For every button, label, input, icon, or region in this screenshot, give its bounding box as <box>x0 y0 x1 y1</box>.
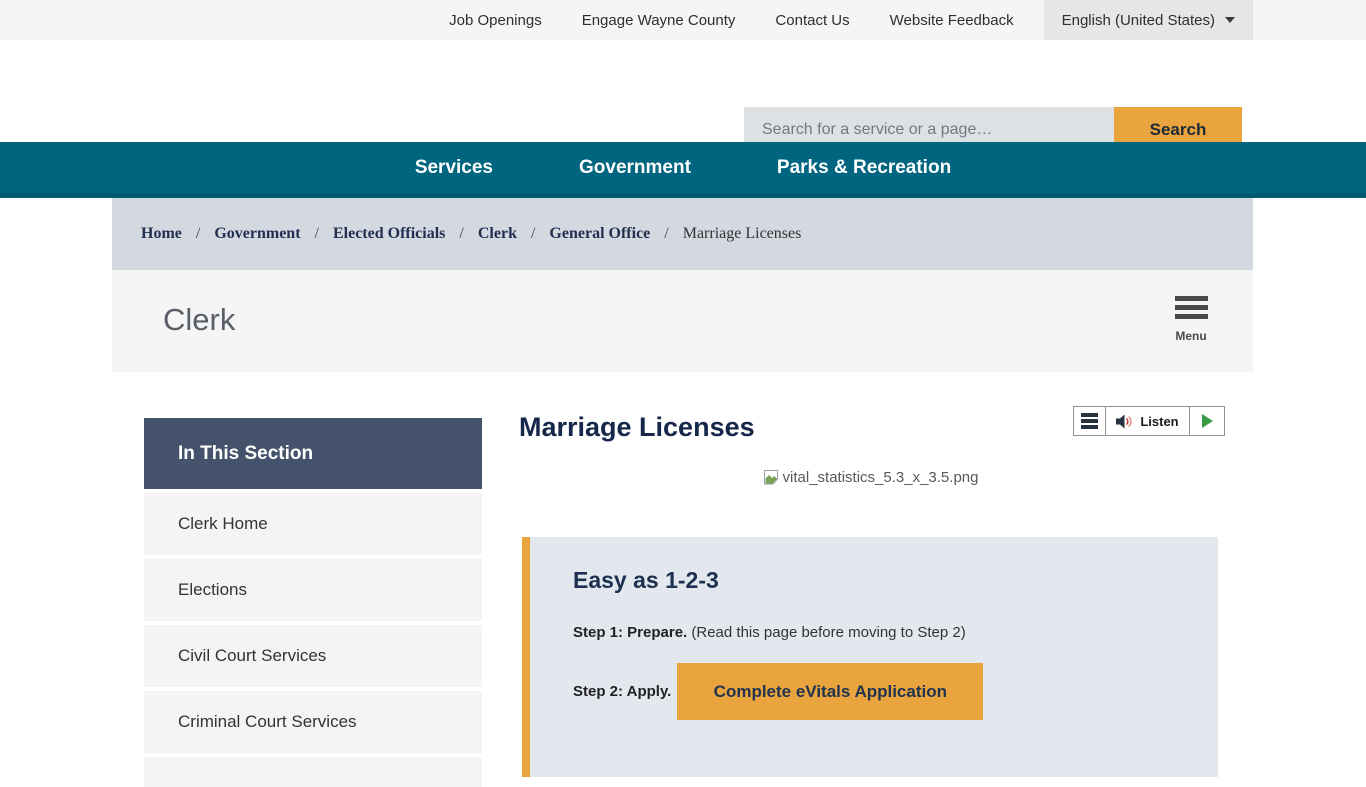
breadcrumb-link-general-office[interactable]: General Office <box>549 225 650 243</box>
top-utility-bar: Job Openings Engage Wayne County Contact… <box>0 0 1366 40</box>
toplink-engage-wayne-county[interactable]: Engage Wayne County <box>562 0 756 40</box>
nav-item-services[interactable]: Services <box>415 157 493 179</box>
top-utility-links: Job Openings Engage Wayne County Contact… <box>429 0 1253 40</box>
breadcrumb-separator: / <box>196 225 200 243</box>
nav-item-government[interactable]: Government <box>579 157 691 179</box>
chevron-down-icon <box>1225 17 1235 23</box>
breadcrumb-link-clerk[interactable]: Clerk <box>478 225 517 243</box>
sidebar-header: In This Section <box>144 418 482 489</box>
breadcrumb-separator: / <box>531 225 535 243</box>
nav-item-parks-recreation[interactable]: Parks & Recreation <box>777 157 951 179</box>
step-2-line: Step 2: Apply. Complete eVitals Applicat… <box>573 663 1218 720</box>
hamburger-menu-icon <box>1175 296 1208 323</box>
header-band: Search <box>0 40 1366 142</box>
breadcrumb-current-page: Marriage Licenses <box>683 225 802 243</box>
sidebar-item-civil-court-services[interactable]: Civil Court Services <box>144 625 482 687</box>
step-1-label: Step 1: Prepare. <box>573 624 687 641</box>
toplink-job-openings[interactable]: Job Openings <box>429 0 562 40</box>
broken-image-alt-text: vital_statistics_5.3_x_3.5.png <box>783 469 979 486</box>
section-menu-button[interactable]: Menu <box>1171 296 1211 343</box>
broken-image-placeholder: vital_statistics_5.3_x_3.5.png <box>519 469 1222 486</box>
breadcrumb-separator: / <box>664 225 668 243</box>
listen-button[interactable]: Listen <box>1105 407 1189 435</box>
content-title: Marriage Licenses <box>519 412 755 443</box>
breadcrumb-link-government[interactable]: Government <box>214 225 300 243</box>
broken-image-icon <box>763 469 781 485</box>
step-1-line: Step 1: Prepare. (Read this page before … <box>573 624 1218 641</box>
toplink-contact-us[interactable]: Contact Us <box>755 0 869 40</box>
toplink-website-feedback[interactable]: Website Feedback <box>870 0 1034 40</box>
section-title-band: Clerk Menu <box>112 270 1253 372</box>
easy-steps-heading: Easy as 1-2-3 <box>573 567 1218 594</box>
listen-button-label: Listen <box>1140 414 1178 429</box>
sidebar-item-criminal-court-services[interactable]: Criminal Court Services <box>144 691 482 753</box>
speaker-icon <box>1116 414 1133 429</box>
breadcrumb-link-home[interactable]: Home <box>141 225 182 243</box>
breadcrumb: Home / Government / Elected Officials / … <box>112 198 1253 270</box>
breadcrumb-separator: / <box>315 225 319 243</box>
listen-play-button[interactable] <box>1189 407 1224 435</box>
step-1-text: (Read this page before moving to Step 2) <box>687 624 966 641</box>
breadcrumb-link-elected-officials[interactable]: Elected Officials <box>333 225 445 243</box>
complete-evitals-application-button[interactable]: Complete eVitals Application <box>677 663 983 720</box>
language-selector[interactable]: English (United States) <box>1044 0 1253 40</box>
menu-button-label: Menu <box>1171 329 1211 343</box>
main-navigation: Services Government Parks & Recreation <box>0 142 1366 198</box>
easy-steps-callout: Easy as 1-2-3 Step 1: Prepare. (Read thi… <box>522 537 1218 777</box>
breadcrumb-separator: / <box>459 225 463 243</box>
page-title: Clerk <box>163 302 235 338</box>
sidebar-item-elections[interactable]: Elections <box>144 559 482 621</box>
listen-widget: Listen <box>1073 406 1225 436</box>
hamburger-menu-icon <box>1081 411 1098 432</box>
listen-menu-button[interactable] <box>1074 407 1105 435</box>
sidebar-in-this-section: In This Section Clerk Home Elections Civ… <box>144 418 482 787</box>
sidebar-item-partial[interactable] <box>144 757 482 787</box>
play-icon <box>1202 414 1213 428</box>
language-selector-label: English (United States) <box>1062 12 1215 29</box>
sidebar-item-clerk-home[interactable]: Clerk Home <box>144 493 482 555</box>
step-2-label: Step 2: Apply. <box>573 683 671 700</box>
